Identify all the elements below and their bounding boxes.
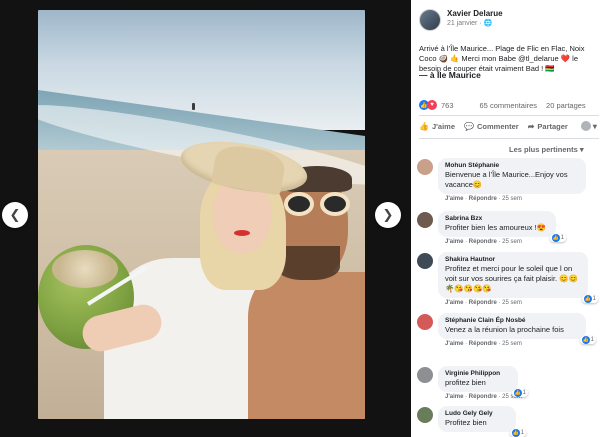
commenter-name[interactable]: Stéphanie Clain Ép Nosbé: [445, 316, 579, 325]
photo-woman-lips: [234, 230, 250, 236]
commenter-name[interactable]: Mohun Stéphanie: [445, 161, 579, 170]
comment-text: profitez bien: [445, 378, 486, 387]
commenter-name[interactable]: Ludo Gely Gely: [445, 409, 509, 418]
commenter-avatar[interactable]: [417, 253, 433, 269]
chevron-down-icon: ▾: [592, 121, 597, 131]
comment-reply-link[interactable]: Répondre: [469, 196, 497, 202]
comment-time[interactable]: 25 sem: [502, 300, 522, 306]
globe-icon: 🌐: [483, 20, 493, 27]
like-reaction-icon: 👍: [551, 234, 560, 242]
comment-like-link[interactable]: J'aime: [445, 196, 463, 202]
comment-text: Bienvenue a l’Île Maurice...Enjoy vos va…: [445, 170, 568, 189]
comment-item: Stéphanie Clain Ép Nosbé Venez a la réun…: [417, 313, 596, 347]
photo-man-torso: [248, 272, 365, 419]
like-reaction-icon: 👍: [513, 389, 522, 397]
comment-reaction-count[interactable]: 👍 1: [579, 336, 596, 344]
post-stats: 👍 ♥ 763 65 commentaires 20 partages: [419, 100, 599, 110]
commenter-avatar[interactable]: [417, 407, 433, 423]
commenter-name[interactable]: Virginie Philippon: [445, 369, 511, 378]
share-button[interactable]: ➦ Partager: [528, 122, 568, 131]
comment-meta: J'aime · Répondre · 25 sem: [445, 300, 522, 306]
comment-item: Virginie Philippon profitez bien 👍 1 J'ai…: [417, 366, 528, 400]
comment-item: Shakira Hautnor Profitez et merci pour l…: [417, 252, 598, 306]
commenter-avatar[interactable]: [417, 212, 433, 228]
post-header: Xavier Delarue 21 janvier · 🌐: [419, 9, 503, 31]
previous-photo-button[interactable]: ❮: [2, 202, 28, 228]
photo-distant-person: [192, 103, 195, 110]
commenter-avatar[interactable]: [417, 159, 433, 175]
comment-reply-link[interactable]: Répondre: [469, 394, 497, 400]
comment-text: Venez a la réunion la prochaine fois: [445, 325, 564, 334]
share-icon: ➦: [527, 121, 535, 131]
comment-bubble: Sabrina Bzx Profiter bien les amoureux !…: [438, 211, 566, 242]
thumbs-up-icon: 👍: [419, 121, 429, 131]
comment-like-link[interactable]: J'aime: [445, 300, 463, 306]
comment-reply-link[interactable]: Répondre: [469, 341, 497, 347]
comment-meta: J'aime · Répondre · 25 sem: [445, 239, 522, 245]
comment-text: Profitez bien: [445, 418, 487, 427]
divider: [419, 115, 599, 116]
like-reaction-icon: 👍: [511, 429, 520, 437]
comment-text: Profitez et merci pour le soleil que l o…: [445, 264, 578, 293]
comment-item: Mohun Stéphanie Bienvenue a l’Île Mauric…: [417, 158, 586, 202]
comment-bubble: Virginie Philippon profitez bien 👍 1: [438, 366, 528, 397]
comment-reaction-count[interactable]: 👍 1: [511, 389, 528, 397]
photo-coconut-top: [52, 250, 118, 288]
like-reaction-icon: 👍: [583, 295, 592, 303]
author-avatar[interactable]: [419, 9, 441, 31]
photo-viewer: ❮ ❯: [0, 0, 411, 437]
comment-reply-link[interactable]: Répondre: [469, 239, 497, 245]
react-as-selector[interactable]: ▾: [577, 121, 600, 131]
post-photo: [38, 10, 365, 419]
divider: [419, 138, 599, 139]
user-avatar: [580, 121, 591, 131]
comments-count[interactable]: 65 commentaires: [480, 101, 538, 110]
love-reaction-icon: ♥: [427, 100, 437, 110]
comment-button[interactable]: 💬 Commenter: [464, 122, 519, 131]
commenter-name[interactable]: Shakira Hautnor: [445, 255, 581, 264]
author-name[interactable]: Xavier Delarue: [447, 9, 503, 19]
like-button[interactable]: 👍 J'aime: [419, 122, 455, 131]
comment-meta: J'aime · Répondre · 25 sem: [445, 341, 522, 347]
comment-item: Ludo Gely Gely Profitez bien 👍 1: [417, 406, 526, 437]
comment-item: Sabrina Bzx Profiter bien les amoureux !…: [417, 211, 566, 245]
comment-meta: J'aime · Répondre · 25 sem: [445, 394, 522, 400]
comment-sort-dropdown[interactable]: Les plus pertinents ▾: [509, 145, 584, 154]
comment-reaction-count[interactable]: 👍 1: [581, 295, 598, 303]
comment-time[interactable]: 25 sem: [502, 196, 522, 202]
commenter-avatar[interactable]: [417, 367, 433, 383]
photo-sunglasses: [284, 192, 356, 218]
next-photo-button[interactable]: ❯: [375, 202, 401, 228]
comment-like-link[interactable]: J'aime: [445, 341, 463, 347]
comment-icon: 💬: [464, 121, 474, 131]
comment-bubble: Mohun Stéphanie Bienvenue a l’Île Mauric…: [438, 158, 586, 194]
comment-time[interactable]: 25 sem: [502, 239, 522, 245]
commenter-name[interactable]: Sabrina Bzx: [445, 214, 549, 223]
post-date[interactable]: 21 janvier · 🌐: [447, 19, 503, 29]
comment-bubble: Shakira Hautnor Profitez et merci pour l…: [438, 252, 598, 303]
shares-count[interactable]: 20 partages: [546, 101, 586, 110]
comment-text: Profiter bien les amoureux !😍: [445, 223, 547, 232]
comment-time[interactable]: 25 sem: [502, 341, 522, 347]
comment-bubble: Stéphanie Clain Ép Nosbé Venez a la réun…: [438, 313, 596, 344]
reactions-count[interactable]: 763: [441, 101, 454, 110]
post-location[interactable]: — à Île Maurice: [419, 70, 481, 80]
like-reaction-icon: 👍: [581, 336, 590, 344]
comment-reply-link[interactable]: Répondre: [469, 300, 497, 306]
chevron-right-icon: ❯: [382, 207, 394, 223]
comment-like-link[interactable]: J'aime: [445, 239, 463, 245]
comment-like-link[interactable]: J'aime: [445, 394, 463, 400]
comment-meta: J'aime · Répondre · 25 sem: [445, 196, 522, 202]
commenter-avatar[interactable]: [417, 314, 433, 330]
comment-bubble: Ludo Gely Gely Profitez bien 👍 1: [438, 406, 526, 437]
post-actions: 👍 J'aime 💬 Commenter ➦ Partager ▾: [419, 121, 599, 131]
chevron-left-icon: ❮: [9, 207, 21, 223]
comment-reaction-count[interactable]: 👍 1: [549, 234, 566, 242]
comment-reaction-count[interactable]: 👍 1: [509, 429, 526, 437]
post-side-panel: Xavier Delarue 21 janvier · 🌐 Arrivé à l…: [411, 0, 600, 437]
